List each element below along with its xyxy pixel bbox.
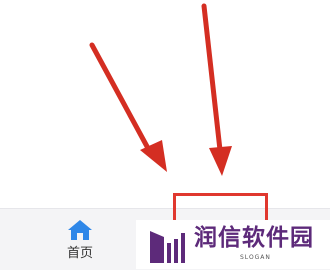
brand-slogan: SLOGAN xyxy=(240,254,271,261)
tab-home-label: 首页 xyxy=(66,246,93,261)
tab-home[interactable]: 首页 xyxy=(48,217,112,267)
brand-logo-icon xyxy=(150,231,185,263)
brand-name: 润信软件园 xyxy=(194,225,314,251)
right-arrow-icon xyxy=(201,3,232,176)
watermark: 润信软件园 SLOGAN xyxy=(136,220,330,269)
left-arrow-icon xyxy=(89,42,167,172)
home-icon xyxy=(68,220,92,240)
